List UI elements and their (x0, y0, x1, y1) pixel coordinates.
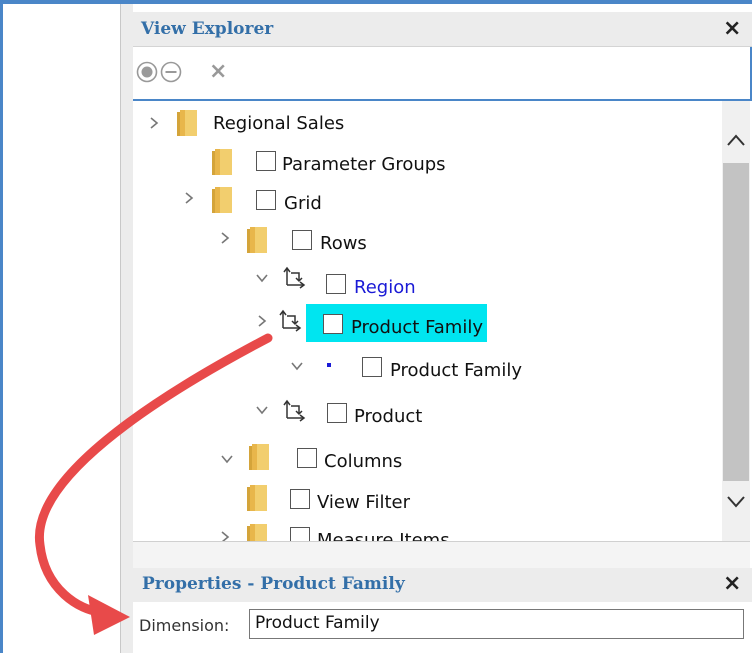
tree-item-label: Region (354, 277, 416, 298)
pivot-icon (283, 399, 306, 422)
tree-item-label: Rows (320, 233, 367, 254)
pivot-icon (283, 266, 306, 289)
view-explorer-close-button[interactable]: × (723, 18, 741, 40)
checkbox[interactable] (323, 314, 343, 334)
tree-item-label: Regional Sales (213, 113, 345, 134)
folder-icon (177, 110, 197, 136)
checkbox[interactable] (256, 151, 276, 171)
chevron-down-icon[interactable] (220, 452, 234, 466)
radio-filled-icon[interactable] (136, 61, 158, 83)
left-blank-area (3, 4, 120, 653)
chevron-right-icon[interactable] (255, 314, 269, 328)
view-explorer-toolbar: × (133, 47, 752, 101)
panel-separator[interactable] (133, 541, 750, 569)
chevron-down-icon[interactable] (255, 271, 269, 285)
folder-icon (247, 524, 267, 541)
panel-splitter[interactable] (120, 4, 133, 653)
chevron-up-icon[interactable] (726, 131, 746, 151)
chevron-right-icon[interactable] (182, 191, 196, 205)
folder-icon (247, 485, 267, 511)
dot-icon (327, 363, 331, 367)
dimension-field[interactable]: Product Family (249, 609, 744, 639)
folder-icon (247, 227, 267, 253)
tree-item-label: Parameter Groups (282, 154, 446, 175)
tree-item-label: Columns (324, 451, 403, 472)
minus-circle-icon[interactable] (160, 61, 182, 83)
folder-icon (212, 149, 232, 175)
properties-body: Dimension: Product Family (133, 602, 752, 653)
view-explorer-tree: Regional Sales Parameter Groups Grid Row (133, 101, 722, 541)
folder-icon (212, 187, 232, 213)
pivot-icon (279, 309, 302, 332)
checkbox[interactable] (290, 489, 310, 509)
tree-scrollbar[interactable] (722, 101, 750, 541)
scrollbar-thumb[interactable] (723, 163, 749, 481)
properties-close-button[interactable]: × (723, 573, 741, 595)
tree-item-label: View Filter (317, 492, 411, 513)
properties-title: Properties - Product Family (142, 574, 405, 594)
view-explorer-title: View Explorer (141, 19, 274, 39)
checkbox[interactable] (256, 190, 276, 210)
checkbox[interactable] (292, 230, 312, 250)
checkbox[interactable] (362, 357, 382, 377)
checkbox[interactable] (327, 403, 347, 423)
checkbox[interactable] (326, 274, 346, 294)
tree-item-label: Product (354, 406, 423, 427)
tree-item-label: Measure Items (317, 530, 450, 541)
chevron-right-icon[interactable] (147, 116, 161, 130)
remove-icon[interactable]: × (209, 61, 227, 83)
properties-header: Properties - Product Family × (133, 568, 752, 602)
folder-icon (249, 444, 269, 470)
dimension-label: Dimension: (139, 616, 230, 635)
chevron-down-icon[interactable] (255, 403, 269, 417)
tree-item-label: Grid (284, 193, 322, 214)
tree-item-label: Product Family (351, 317, 483, 338)
checkbox[interactable] (290, 527, 310, 541)
tree-item-label: Product Family (390, 360, 522, 381)
chevron-right-icon[interactable] (218, 231, 232, 245)
chevron-down-icon[interactable] (290, 359, 304, 373)
checkbox[interactable] (297, 448, 317, 468)
view-explorer-header: View Explorer × (133, 12, 752, 47)
chevron-right-icon[interactable] (218, 530, 232, 541)
chevron-down-icon[interactable] (726, 491, 746, 511)
